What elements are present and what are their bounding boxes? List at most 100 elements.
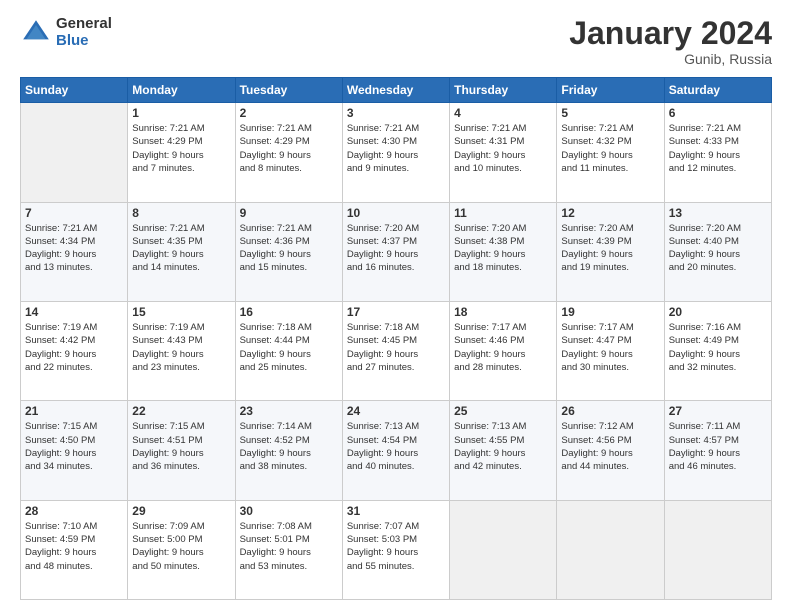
col-monday: Monday xyxy=(128,78,235,103)
calendar-cell: 29 Sunrise: 7:09 AM Sunset: 5:00 PM Dayli… xyxy=(128,500,235,599)
calendar-cell: 24 Sunrise: 7:13 AM Sunset: 4:54 PM Dayli… xyxy=(342,401,449,500)
calendar-cell: 6 Sunrise: 7:21 AM Sunset: 4:33 PM Daylig… xyxy=(664,103,771,202)
day-number: 15 xyxy=(132,305,230,319)
day-info: Sunrise: 7:07 AM Sunset: 5:03 PM Dayligh… xyxy=(347,520,445,573)
calendar-cell: 16 Sunrise: 7:18 AM Sunset: 4:44 PM Dayli… xyxy=(235,301,342,400)
day-number: 11 xyxy=(454,206,552,220)
day-number: 10 xyxy=(347,206,445,220)
calendar-cell: 28 Sunrise: 7:10 AM Sunset: 4:59 PM Dayli… xyxy=(21,500,128,599)
day-info: Sunrise: 7:16 AM Sunset: 4:49 PM Dayligh… xyxy=(669,321,767,374)
day-number: 2 xyxy=(240,106,338,120)
day-info: Sunrise: 7:21 AM Sunset: 4:33 PM Dayligh… xyxy=(669,122,767,175)
day-number: 28 xyxy=(25,504,123,518)
day-info: Sunrise: 7:09 AM Sunset: 5:00 PM Dayligh… xyxy=(132,520,230,573)
day-number: 12 xyxy=(561,206,659,220)
calendar-cell: 15 Sunrise: 7:19 AM Sunset: 4:43 PM Dayli… xyxy=(128,301,235,400)
col-friday: Friday xyxy=(557,78,664,103)
logo-icon xyxy=(20,17,52,49)
day-info: Sunrise: 7:08 AM Sunset: 5:01 PM Dayligh… xyxy=(240,520,338,573)
col-tuesday: Tuesday xyxy=(235,78,342,103)
day-info: Sunrise: 7:19 AM Sunset: 4:43 PM Dayligh… xyxy=(132,321,230,374)
calendar-cell: 30 Sunrise: 7:08 AM Sunset: 5:01 PM Dayli… xyxy=(235,500,342,599)
day-number: 31 xyxy=(347,504,445,518)
calendar-cell: 5 Sunrise: 7:21 AM Sunset: 4:32 PM Daylig… xyxy=(557,103,664,202)
day-number: 16 xyxy=(240,305,338,319)
day-number: 4 xyxy=(454,106,552,120)
day-number: 19 xyxy=(561,305,659,319)
day-number: 20 xyxy=(669,305,767,319)
calendar-cell: 31 Sunrise: 7:07 AM Sunset: 5:03 PM Dayli… xyxy=(342,500,449,599)
logo-text: General Blue xyxy=(56,16,112,49)
day-info: Sunrise: 7:21 AM Sunset: 4:30 PM Dayligh… xyxy=(347,122,445,175)
logo-general-text: General xyxy=(56,16,112,33)
calendar-cell xyxy=(450,500,557,599)
calendar-cell: 10 Sunrise: 7:20 AM Sunset: 4:37 PM Dayli… xyxy=(342,202,449,301)
week-row-2: 7Sunrise: 7:21 AM Sunset: 4:34 PM Daylig… xyxy=(21,202,772,301)
calendar-cell: 20 Sunrise: 7:16 AM Sunset: 4:49 PM Dayli… xyxy=(664,301,771,400)
day-number: 23 xyxy=(240,404,338,418)
day-number: 29 xyxy=(132,504,230,518)
day-info: Sunrise: 7:21 AM Sunset: 4:31 PM Dayligh… xyxy=(454,122,552,175)
day-number: 14 xyxy=(25,305,123,319)
calendar-table: Sunday Monday Tuesday Wednesday Thursday… xyxy=(20,77,772,600)
day-number: 1 xyxy=(132,106,230,120)
calendar-cell: 22Sunrise: 7:15 AM Sunset: 4:51 PM Dayli… xyxy=(128,401,235,500)
day-info: Sunrise: 7:20 AM Sunset: 4:37 PM Dayligh… xyxy=(347,222,445,275)
day-number: 17 xyxy=(347,305,445,319)
day-number: 9 xyxy=(240,206,338,220)
day-info: Sunrise: 7:14 AM Sunset: 4:52 PM Dayligh… xyxy=(240,420,338,473)
day-info: Sunrise: 7:11 AM Sunset: 4:57 PM Dayligh… xyxy=(669,420,767,473)
page: General Blue January 2024 Gunib, Russia … xyxy=(0,0,792,612)
calendar-cell: 1 Sunrise: 7:21 AM Sunset: 4:29 PM Daylig… xyxy=(128,103,235,202)
day-info: Sunrise: 7:18 AM Sunset: 4:45 PM Dayligh… xyxy=(347,321,445,374)
col-sunday: Sunday xyxy=(21,78,128,103)
day-number: 27 xyxy=(669,404,767,418)
day-info: Sunrise: 7:17 AM Sunset: 4:47 PM Dayligh… xyxy=(561,321,659,374)
week-row-5: 28 Sunrise: 7:10 AM Sunset: 4:59 PM Dayli… xyxy=(21,500,772,599)
day-info: Sunrise: 7:13 AM Sunset: 4:55 PM Dayligh… xyxy=(454,420,552,473)
day-info: Sunrise: 7:21 AM Sunset: 4:29 PM Dayligh… xyxy=(132,122,230,175)
calendar-cell: 9 Sunrise: 7:21 AM Sunset: 4:36 PM Daylig… xyxy=(235,202,342,301)
day-info: Sunrise: 7:21 AM Sunset: 4:32 PM Dayligh… xyxy=(561,122,659,175)
day-info: Sunrise: 7:21 AM Sunset: 4:35 PM Dayligh… xyxy=(132,222,230,275)
calendar-cell: 14 Sunrise: 7:19 AM Sunset: 4:42 PM Dayli… xyxy=(21,301,128,400)
day-info: Sunrise: 7:20 AM Sunset: 4:40 PM Dayligh… xyxy=(669,222,767,275)
day-info: Sunrise: 7:19 AM Sunset: 4:42 PM Dayligh… xyxy=(25,321,123,374)
day-number: 21 xyxy=(25,404,123,418)
calendar-cell: 12 Sunrise: 7:20 AM Sunset: 4:39 PM Dayli… xyxy=(557,202,664,301)
col-wednesday: Wednesday xyxy=(342,78,449,103)
calendar-cell: 11Sunrise: 7:20 AM Sunset: 4:38 PM Dayli… xyxy=(450,202,557,301)
main-title: January 2024 xyxy=(569,16,772,51)
day-info: Sunrise: 7:18 AM Sunset: 4:44 PM Dayligh… xyxy=(240,321,338,374)
calendar-cell: 21 Sunrise: 7:15 AM Sunset: 4:50 PM Dayli… xyxy=(21,401,128,500)
day-info: Sunrise: 7:10 AM Sunset: 4:59 PM Dayligh… xyxy=(25,520,123,573)
day-number: 6 xyxy=(669,106,767,120)
calendar-cell: 23 Sunrise: 7:14 AM Sunset: 4:52 PM Dayli… xyxy=(235,401,342,500)
day-number: 24 xyxy=(347,404,445,418)
calendar-cell xyxy=(557,500,664,599)
calendar-cell: 25 Sunrise: 7:13 AM Sunset: 4:55 PM Dayli… xyxy=(450,401,557,500)
day-number: 26 xyxy=(561,404,659,418)
day-number: 30 xyxy=(240,504,338,518)
day-number: 8 xyxy=(132,206,230,220)
logo-blue-text: Blue xyxy=(56,33,112,50)
day-number: 7 xyxy=(25,206,123,220)
calendar-cell: 13 Sunrise: 7:20 AM Sunset: 4:40 PM Dayli… xyxy=(664,202,771,301)
calendar-cell: 7Sunrise: 7:21 AM Sunset: 4:34 PM Daylig… xyxy=(21,202,128,301)
day-number: 3 xyxy=(347,106,445,120)
title-block: January 2024 Gunib, Russia xyxy=(569,16,772,67)
week-row-3: 14 Sunrise: 7:19 AM Sunset: 4:42 PM Dayli… xyxy=(21,301,772,400)
col-thursday: Thursday xyxy=(450,78,557,103)
day-info: Sunrise: 7:21 AM Sunset: 4:36 PM Dayligh… xyxy=(240,222,338,275)
day-number: 5 xyxy=(561,106,659,120)
calendar-cell: 19 Sunrise: 7:17 AM Sunset: 4:47 PM Dayli… xyxy=(557,301,664,400)
day-info: Sunrise: 7:13 AM Sunset: 4:54 PM Dayligh… xyxy=(347,420,445,473)
header: General Blue January 2024 Gunib, Russia xyxy=(20,16,772,67)
day-info: Sunrise: 7:15 AM Sunset: 4:51 PM Dayligh… xyxy=(132,420,230,473)
subtitle: Gunib, Russia xyxy=(569,51,772,67)
day-info: Sunrise: 7:20 AM Sunset: 4:39 PM Dayligh… xyxy=(561,222,659,275)
calendar-cell: 27 Sunrise: 7:11 AM Sunset: 4:57 PM Dayli… xyxy=(664,401,771,500)
day-number: 13 xyxy=(669,206,767,220)
day-info: Sunrise: 7:15 AM Sunset: 4:50 PM Dayligh… xyxy=(25,420,123,473)
day-number: 25 xyxy=(454,404,552,418)
